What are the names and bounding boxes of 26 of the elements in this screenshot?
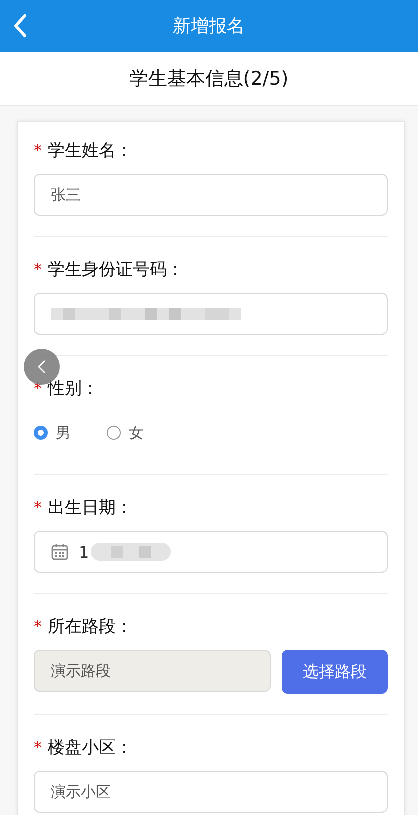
input-field[interactable]: 演示小区 [34, 771, 388, 813]
field-label: 学生身份证号码： [48, 258, 184, 280]
input-field[interactable] [34, 293, 388, 335]
chevron-left-icon [38, 360, 46, 374]
input-field[interactable]: 张三 [34, 174, 388, 216]
required-mark: * [34, 616, 42, 636]
date-field[interactable]: 1 [34, 531, 388, 573]
page-title: 新增报名 [173, 15, 245, 38]
field-label: 性别： [48, 378, 99, 400]
field-label: 所在路段： [48, 616, 133, 638]
required-mark: * [34, 260, 42, 278]
required-mark: * [34, 498, 42, 516]
select-button[interactable]: 选择路段 [282, 650, 388, 694]
required-mark: * [34, 378, 42, 398]
required-mark: * [34, 140, 42, 160]
field-label: 楼盘小区： [48, 736, 133, 758]
radio-option[interactable]: 男 [34, 424, 71, 442]
date-value: 1 [79, 542, 90, 562]
back-icon[interactable] [13, 14, 27, 38]
calendar-icon [51, 543, 69, 561]
step-title: 学生基本信息(2/5) [129, 66, 289, 92]
radio-option[interactable]: 女 [107, 424, 144, 442]
input-field: 演示路段 [34, 650, 271, 692]
field-label: 学生姓名： [48, 140, 133, 162]
field-label: 出生日期： [48, 496, 133, 518]
required-mark: * [34, 738, 42, 756]
